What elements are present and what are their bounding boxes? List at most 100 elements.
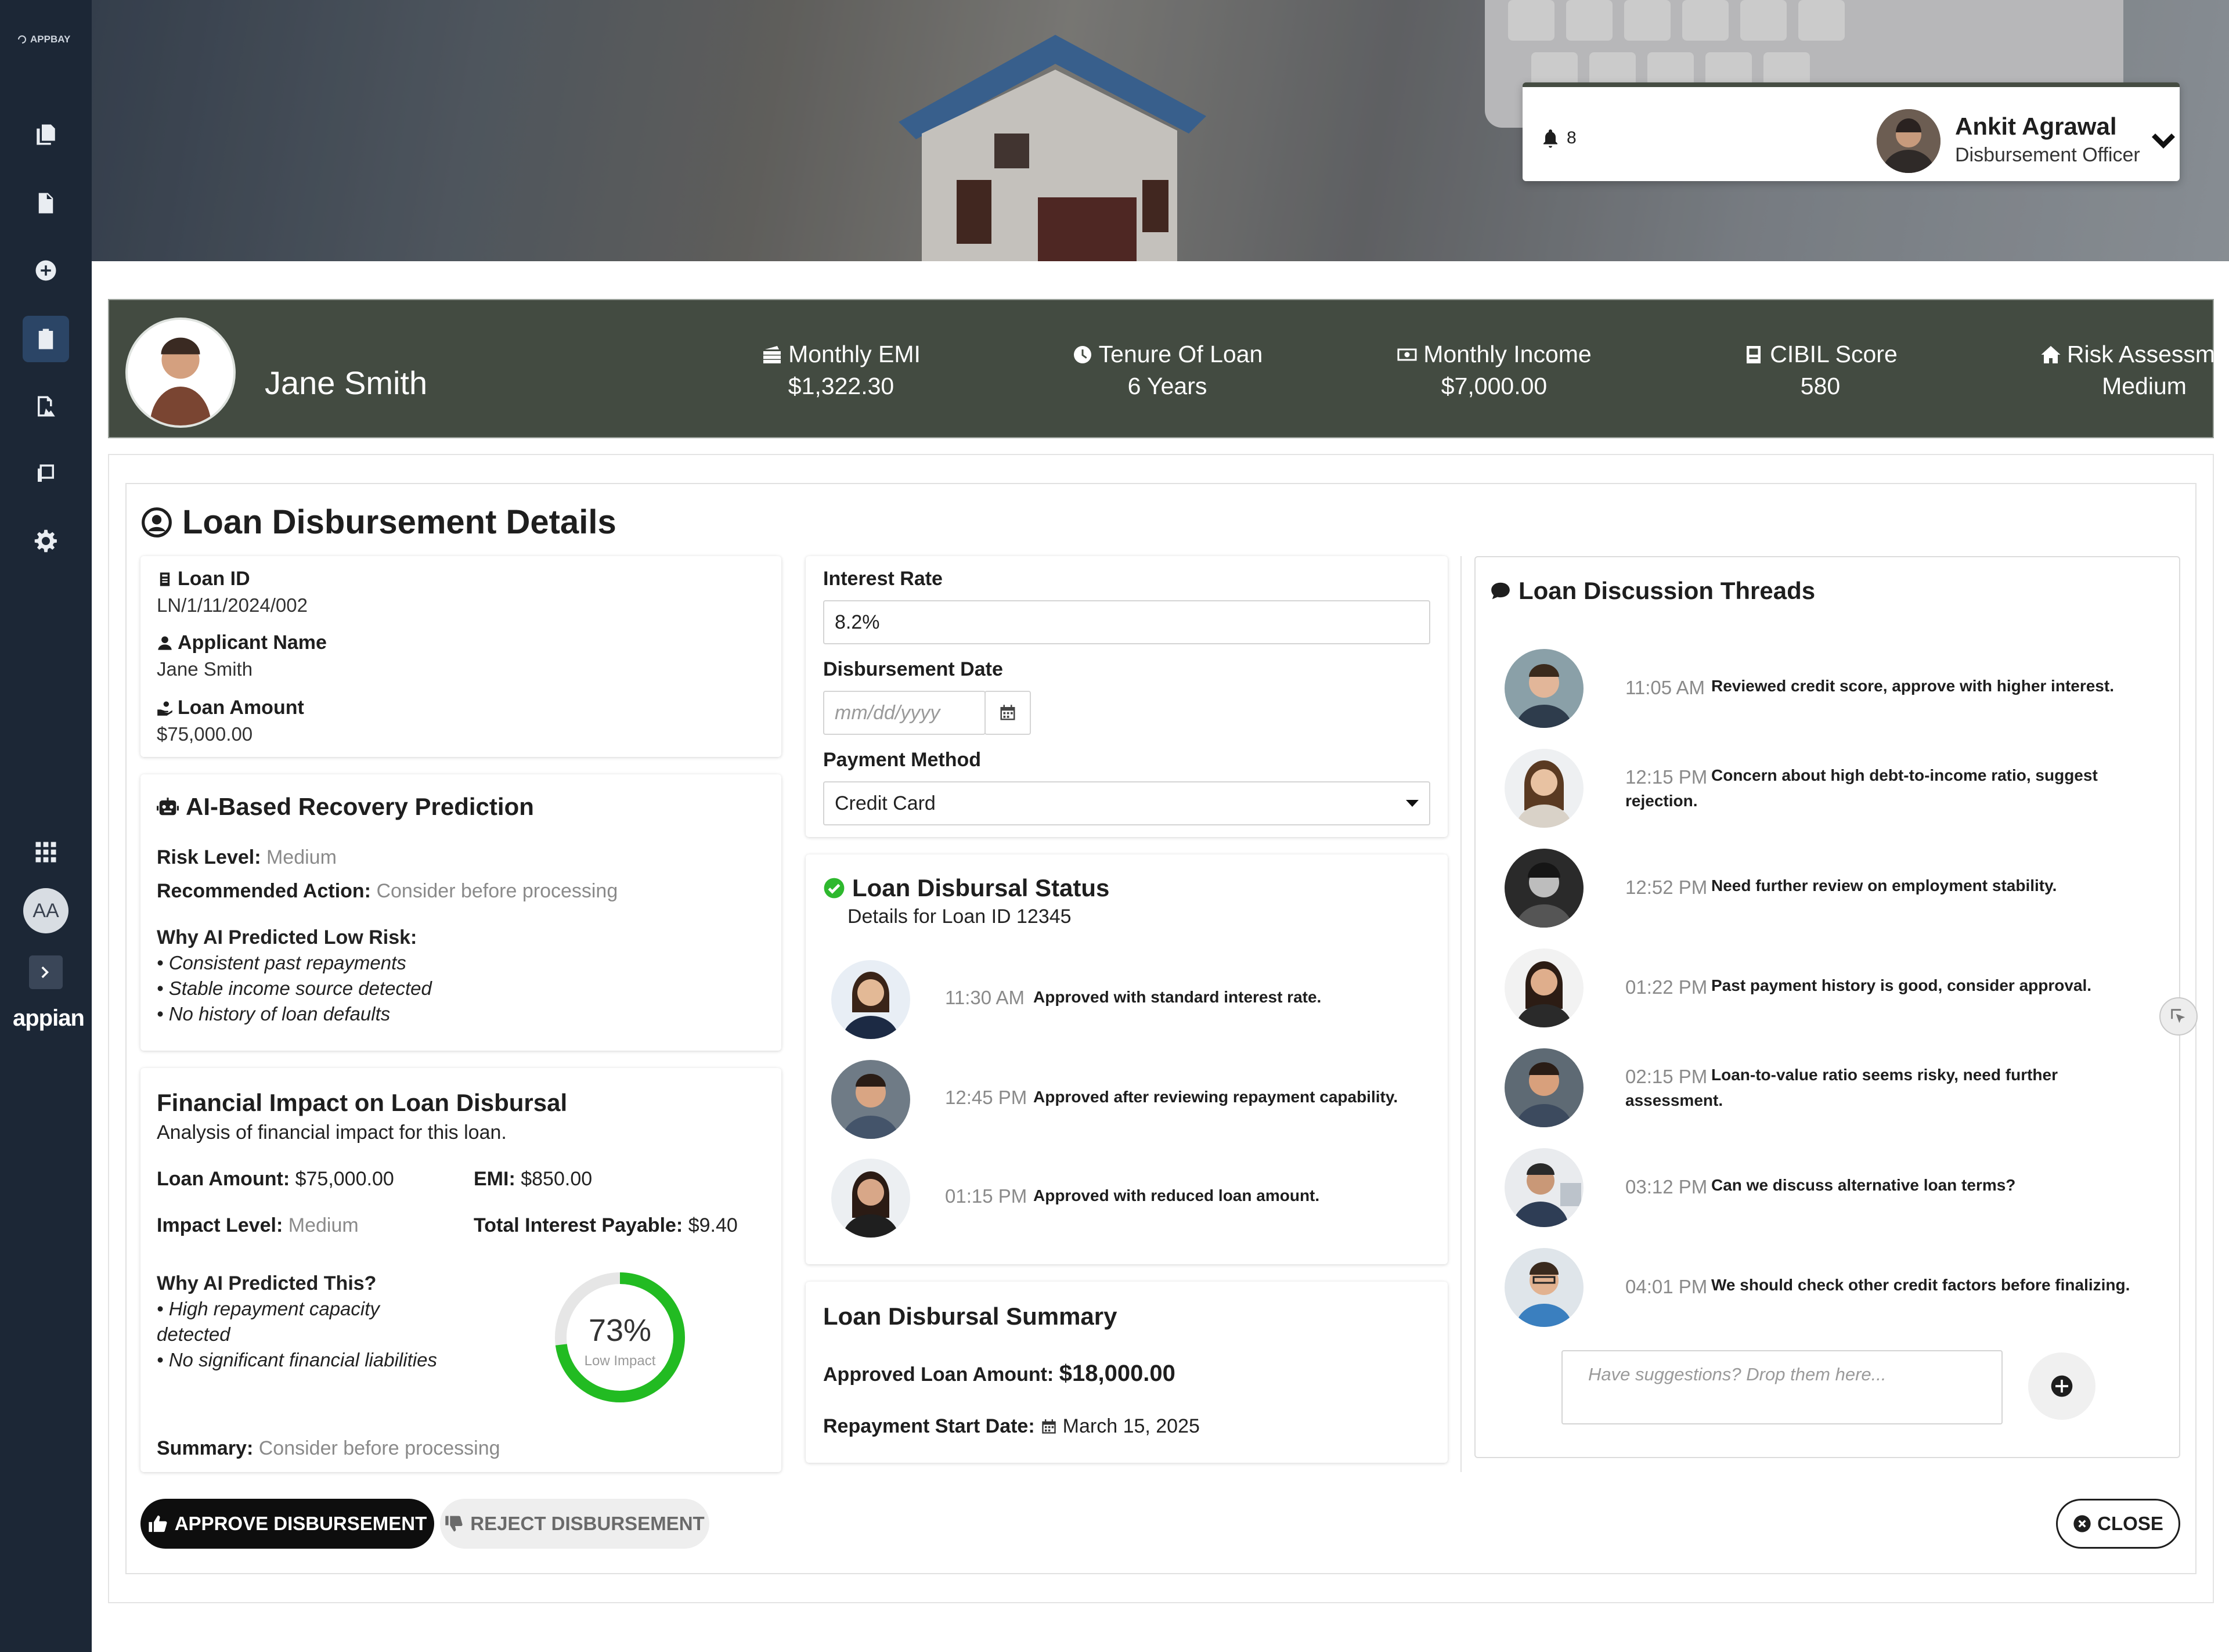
payment-method-select[interactable]: Credit Card xyxy=(823,781,1430,825)
notifications-button[interactable]: 8 xyxy=(1540,128,1577,149)
commenter-avatar xyxy=(1505,1148,1584,1227)
approve-disbursement-button[interactable]: APPROVE DISBURSEMENT xyxy=(140,1499,434,1549)
check-circle-icon xyxy=(824,878,845,899)
kpi-tenure: Tenure Of Loan 6 Years xyxy=(1045,341,1289,400)
caret-down-icon xyxy=(1406,800,1419,807)
payment-method-label: Payment Method xyxy=(823,749,982,771)
status-entry: 12:45 PM Approved after reviewing repaym… xyxy=(831,1060,1435,1141)
reason-item: detected xyxy=(157,1323,230,1345)
sidebar-file-icon[interactable] xyxy=(23,180,69,226)
money-bill-icon xyxy=(1397,348,1417,360)
thread-time: 04:01 PM xyxy=(1625,1276,1708,1297)
thread-entry: 02:15 PM Loan-to-value ratio seems risky… xyxy=(1505,1048,2172,1130)
loan-id-value: LN/1/11/2024/002 xyxy=(157,594,308,616)
loan-id-label: Loan ID xyxy=(157,568,250,590)
fi-loan-amount-row: Loan Amount: $75,000.00 xyxy=(157,1168,394,1190)
sidebar: APPBAY AA appian xyxy=(0,0,92,1652)
kpi-label: Tenure Of Loan xyxy=(1098,341,1263,367)
thread-text: Can we discuss alternative loan terms? xyxy=(1711,1176,2016,1194)
chevron-right-icon xyxy=(41,966,49,978)
repayment-start-row: Repayment Start Date: March 15, 2025 xyxy=(823,1415,1200,1437)
robot-icon xyxy=(157,798,179,816)
status-text: Approved with standard interest rate. xyxy=(1033,988,1322,1006)
thread-entry: 01:22 PM Past payment history is good, c… xyxy=(1505,948,2172,1030)
thread-time: 03:12 PM xyxy=(1625,1176,1708,1197)
fi-impact-level-row: Impact Level: Medium xyxy=(157,1214,359,1236)
kpi-label: Risk Assessment xyxy=(2066,341,2229,367)
close-button[interactable]: CLOSE xyxy=(2056,1499,2180,1549)
disbursal-status-subtitle: Details for Loan ID 12345 xyxy=(847,906,1072,928)
thumbs-down-icon xyxy=(445,1516,463,1532)
thread-entry: 12:52 PM Need further review on employme… xyxy=(1505,849,2172,930)
fi-summary-row: Summary: Consider before processing xyxy=(157,1437,500,1459)
sidebar-gear-icon[interactable] xyxy=(23,518,69,564)
payment-method-value: Credit Card xyxy=(835,792,936,814)
status-time: 01:15 PM xyxy=(945,1185,1027,1207)
thread-text: Loan-to-value ratio seems risky, need fu… xyxy=(1711,1066,2058,1084)
risk-level-value: Medium xyxy=(266,846,337,868)
disbursement-date-input[interactable]: mm/dd/yyyy xyxy=(823,691,986,735)
user-avatar[interactable] xyxy=(1877,109,1941,173)
app-logo: APPBAY xyxy=(16,29,74,50)
reviewer-avatar xyxy=(831,1060,910,1139)
calendar-icon xyxy=(1041,1419,1056,1434)
page-title-text: Loan Disbursement Details xyxy=(182,503,616,541)
reason-item: • No history of loan defaults xyxy=(157,1003,391,1025)
thread-time: 11:05 AM xyxy=(1625,677,1705,698)
expand-sidebar-button[interactable] xyxy=(29,955,63,989)
kpi-monthly-emi: Monthly EMI $1,322.30 xyxy=(719,341,963,400)
chat-bubble-icon xyxy=(1491,582,1510,600)
sidebar-file-image-icon[interactable] xyxy=(23,383,69,430)
thread-text: Reviewed credit score, approve with high… xyxy=(1711,677,2114,695)
floating-pointer-button[interactable] xyxy=(2159,997,2198,1036)
kpi-value: Medium xyxy=(2102,373,2187,399)
disbursement-date-label: Disbursement Date xyxy=(823,658,1003,680)
interest-rate-label: Interest Rate xyxy=(823,568,943,590)
commenter-avatar xyxy=(1505,749,1584,828)
thread-entry: 04:01 PM We should check other credit fa… xyxy=(1505,1248,2172,1329)
sidebar-add-circle-icon[interactable] xyxy=(23,247,69,294)
add-circle-icon xyxy=(2051,1375,2073,1397)
thread-text: Need further review on employment stabil… xyxy=(1711,877,2057,894)
apps-grid-icon[interactable] xyxy=(23,829,69,875)
suggestion-textarea[interactable]: Have suggestions? Drop them here... xyxy=(1561,1350,2003,1424)
sidebar-receipt-icon[interactable] xyxy=(23,450,69,497)
commenter-avatar xyxy=(1505,649,1584,728)
financial-impact-subtitle: Analysis of financial impact for this lo… xyxy=(157,1121,507,1144)
thread-text: We should check other credit factors bef… xyxy=(1711,1276,2130,1294)
applicant-name: Jane Smith xyxy=(265,365,428,401)
thread-text-cont: rejection. xyxy=(1625,792,1698,810)
add-comment-button[interactable] xyxy=(2028,1352,2095,1420)
status-time: 11:30 AM xyxy=(945,987,1025,1008)
money-stack-icon xyxy=(763,345,781,363)
thread-time: 12:52 PM xyxy=(1625,877,1708,898)
kpi-label: Monthly Income xyxy=(1423,341,1592,367)
status-text: Approved after reviewing repayment capab… xyxy=(1033,1088,1398,1106)
commenter-avatar xyxy=(1505,849,1584,928)
thread-text: Past payment history is good, consider a… xyxy=(1711,976,2092,994)
recommended-action-row: Recommended Action: Consider before proc… xyxy=(157,880,618,902)
fi-emi-row: EMI: $850.00 xyxy=(474,1168,593,1190)
user-avatar-initials[interactable]: AA xyxy=(23,888,68,933)
date-picker-button[interactable] xyxy=(984,691,1031,735)
score-card-icon xyxy=(1747,345,1761,363)
sidebar-clipboard-icon[interactable] xyxy=(23,316,69,362)
commenter-avatar xyxy=(1505,1248,1584,1327)
discussion-threads-title: Loan Discussion Threads xyxy=(1489,577,1815,605)
bell-icon xyxy=(1543,129,1557,148)
cursor-select-icon xyxy=(2171,1009,2185,1023)
user-menu-toggle[interactable] xyxy=(2149,131,2177,154)
status-time: 12:45 PM xyxy=(945,1087,1027,1108)
reviewer-avatar xyxy=(831,960,910,1039)
loan-amount-label: Loan Amount xyxy=(157,697,304,719)
kpi-value: $1,322.30 xyxy=(788,373,895,399)
clock-icon xyxy=(1073,345,1091,363)
why-ai-predicted-label: Why AI Predicted This? xyxy=(157,1272,377,1294)
gauge-caption: Low Impact xyxy=(585,1353,656,1369)
interest-rate-input[interactable]: 8.2% xyxy=(823,600,1430,644)
user-name: Ankit Agrawal xyxy=(1955,113,2117,140)
kpi-label: CIBIL Score xyxy=(1770,341,1898,367)
user-icon xyxy=(158,636,172,650)
reject-disbursement-button[interactable]: REJECT DISBURSEMENT xyxy=(440,1499,709,1549)
sidebar-copy-icon[interactable] xyxy=(23,111,69,158)
